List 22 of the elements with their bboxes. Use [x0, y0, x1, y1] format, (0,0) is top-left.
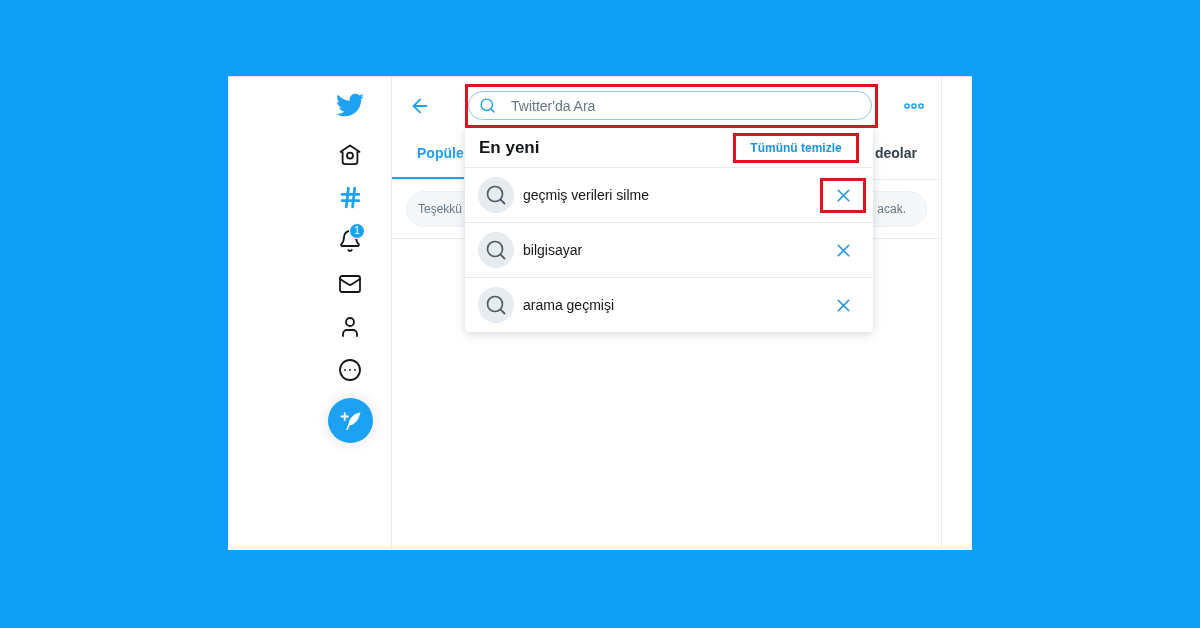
- recent-search-row[interactable]: arama geçmişi: [465, 277, 873, 332]
- search-icon: [478, 287, 514, 323]
- search-icon: [478, 177, 514, 213]
- notice-text: Teşekkü: [418, 202, 463, 216]
- search-field[interactable]: Twitter'da Ara: [468, 91, 872, 120]
- dropdown-title: En yeni: [479, 137, 540, 158]
- tab[interactable]: deolar: [873, 135, 941, 179]
- compose-button[interactable]: [328, 398, 373, 443]
- recent-search-row[interactable]: geçmiş verileri silme: [465, 167, 873, 222]
- search-icon: [478, 232, 514, 268]
- bell-icon: [338, 228, 362, 253]
- search-query-text: geçmiş verileri silme: [523, 187, 651, 203]
- bird-icon: [336, 91, 364, 119]
- search-icon: [479, 97, 496, 114]
- recent-search-row[interactable]: bilgisayar: [465, 222, 873, 277]
- search-query-text: arama geçmişi: [523, 297, 616, 313]
- notification-badge: 1: [349, 223, 365, 239]
- home-icon: [338, 142, 362, 167]
- more-icon: [904, 103, 924, 109]
- more-icon: [338, 357, 362, 382]
- search-query-text: bilgisayar: [523, 242, 584, 258]
- notice-text: acak.: [877, 202, 906, 216]
